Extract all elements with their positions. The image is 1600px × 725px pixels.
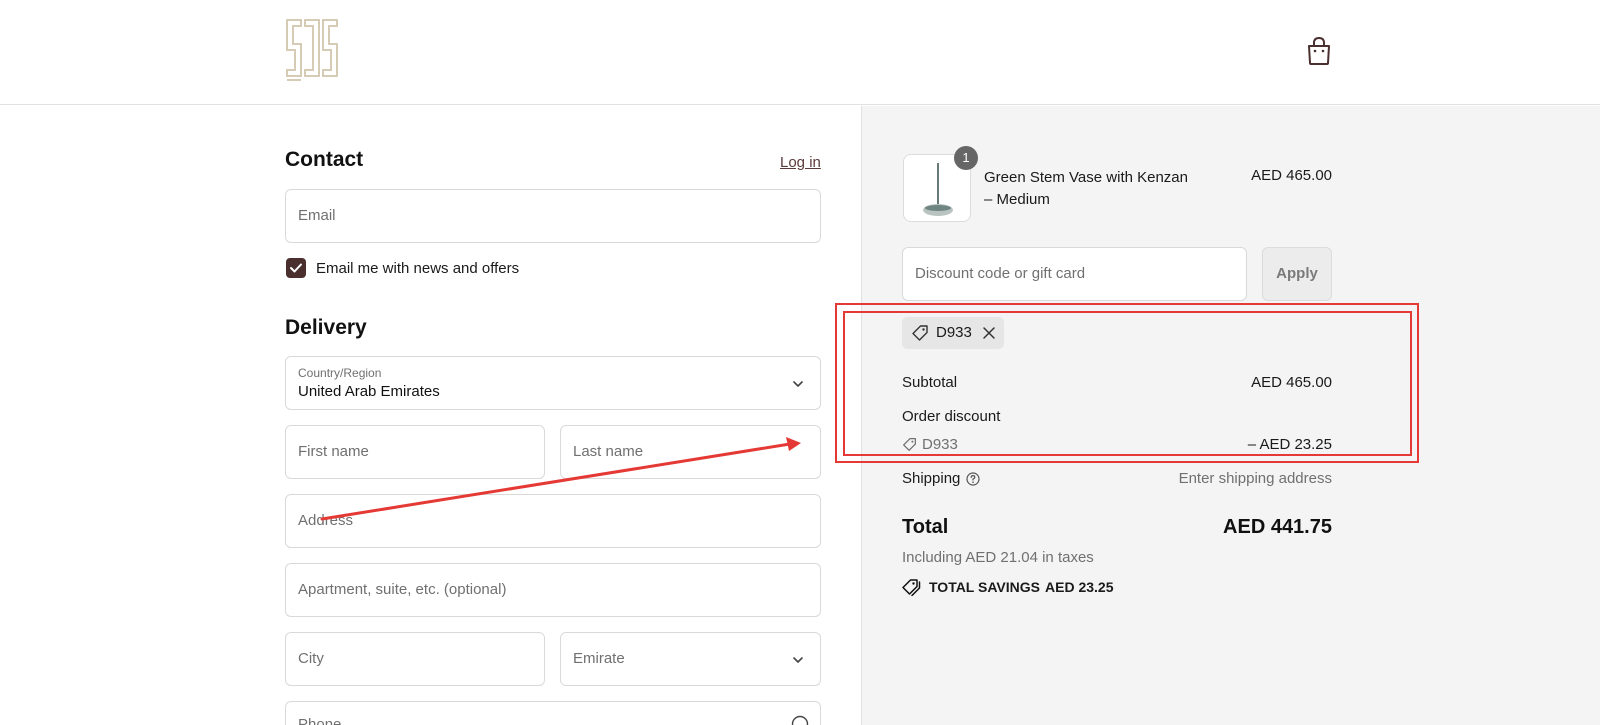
help-circle-icon[interactable] [966, 472, 980, 486]
product-name: Green Stem Vase with Kenzan – Medium [984, 169, 1188, 208]
site-header [0, 0, 1600, 105]
discount-code-input[interactable]: Discount code or gift card [902, 247, 1247, 301]
total-savings-label: TOTAL SAVINGS [929, 579, 1040, 595]
order-discount-code: D933 [922, 436, 958, 453]
total-value: AED 441.75 [1223, 516, 1332, 538]
store-logo-icon[interactable] [285, 18, 339, 82]
last-name-field[interactable]: Last name [560, 425, 821, 479]
product-price: AED 465.00 [1251, 167, 1332, 184]
total-label: Total [902, 516, 949, 538]
phone-placeholder: Phone [298, 716, 342, 725]
applied-code: D933 [936, 324, 972, 341]
email-placeholder: Email [298, 207, 336, 224]
tag-icon [903, 438, 916, 451]
shipping-label: Shipping [902, 470, 961, 487]
order-discount-label: Order discount [902, 408, 1001, 425]
apartment-placeholder: Apartment, suite, etc. (optional) [298, 581, 507, 598]
contact-heading: Contact [285, 148, 364, 171]
discount-placeholder: Discount code or gift card [915, 265, 1086, 282]
city-placeholder: City [298, 650, 324, 667]
last-name-placeholder: Last name [573, 443, 644, 460]
savings-tag-icon [902, 579, 921, 596]
login-link[interactable]: Log in [780, 154, 821, 171]
subtotal-label: Subtotal [902, 374, 958, 391]
subtotal-value: AED 465.00 [1251, 374, 1332, 391]
phone-field[interactable]: Phone [285, 701, 821, 725]
order-discount-value: – AED 23.25 [1247, 436, 1332, 453]
remove-discount-icon[interactable] [982, 326, 996, 340]
newsletter-label: Email me with news and offers [316, 260, 520, 277]
shopping-bag-icon[interactable] [1306, 36, 1332, 66]
taxes-note: Including AED 21.04 in taxes [902, 549, 1094, 566]
emirate-select[interactable]: Emirate [560, 632, 821, 686]
shipping-value: Enter shipping address [1178, 470, 1332, 487]
help-circle-icon[interactable] [791, 715, 809, 725]
city-field[interactable]: City [285, 632, 545, 686]
emirate-placeholder: Emirate [573, 650, 625, 667]
quantity-badge: 1 [954, 146, 978, 170]
country-label: Country/Region [298, 366, 382, 380]
delivery-heading: Delivery [285, 316, 367, 339]
email-field[interactable]: Email [285, 189, 821, 243]
first-name-placeholder: First name [298, 443, 369, 460]
apply-discount-button[interactable]: Apply [1262, 247, 1332, 301]
applied-discount-chip: D933 [902, 317, 1004, 349]
checkmark-icon [290, 263, 302, 273]
country-value: United Arab Emirates [298, 383, 440, 400]
chevron-down-icon [793, 381, 803, 387]
apartment-field[interactable]: Apartment, suite, etc. (optional) [285, 563, 821, 617]
address-placeholder: Address [298, 512, 354, 529]
address-field[interactable]: Address [285, 494, 821, 548]
first-name-field[interactable]: First name [285, 425, 545, 479]
country-select[interactable]: Country/Region United Arab Emirates [285, 356, 821, 410]
chevron-down-icon [793, 657, 803, 663]
newsletter-checkbox[interactable] [286, 258, 306, 278]
tag-icon [912, 325, 928, 341]
total-savings-value: AED 23.25 [1045, 579, 1114, 595]
